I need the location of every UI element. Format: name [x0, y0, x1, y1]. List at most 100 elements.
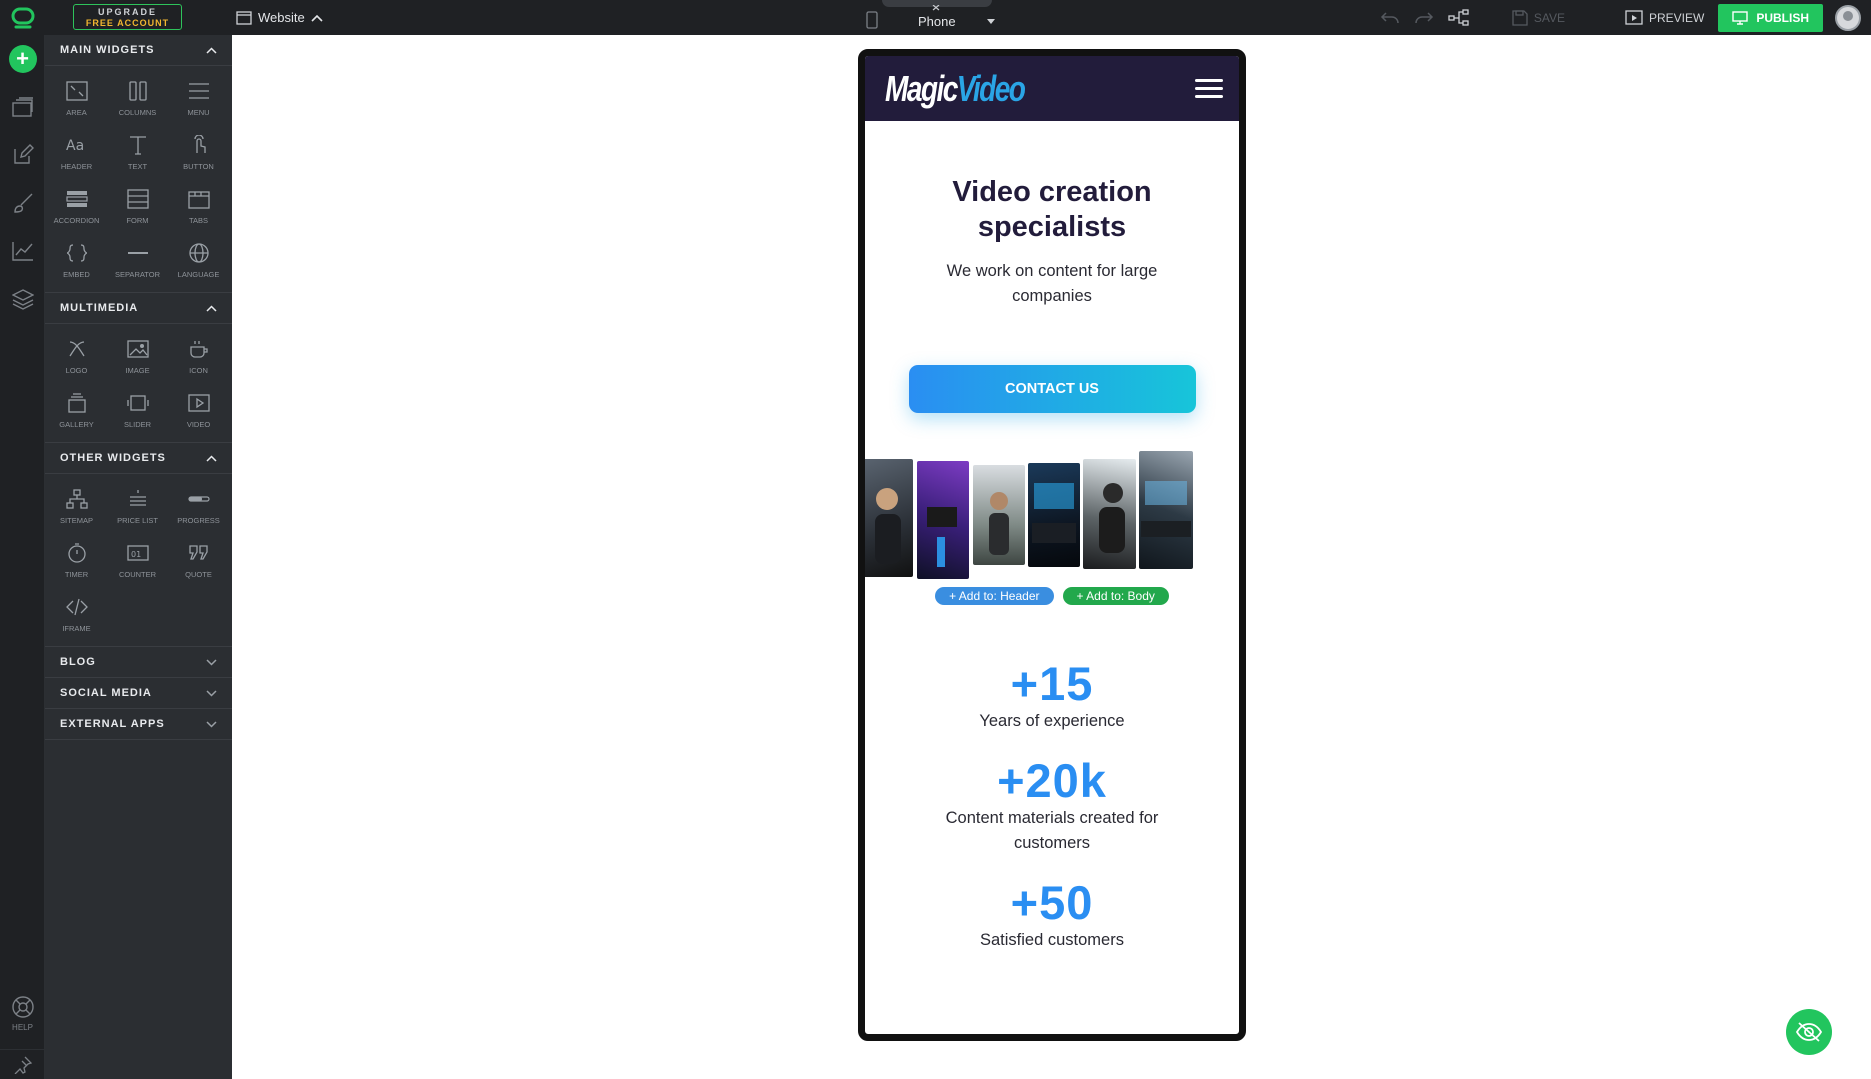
website-label: Website — [258, 10, 305, 25]
section-title: MULTIMEDIA — [60, 302, 139, 314]
site-logo[interactable]: MagicVideo — [885, 68, 1026, 110]
widget-slider[interactable]: SLIDER — [107, 384, 168, 438]
publish-label: PUBLISH — [1756, 10, 1809, 25]
widget-label: COLUMNS — [118, 108, 157, 117]
widget-label: QUOTE — [185, 570, 212, 579]
gallery-image[interactable] — [917, 461, 969, 579]
visibility-toggle-button[interactable] — [1786, 1009, 1832, 1055]
add-widget-button[interactable]: + — [0, 35, 45, 83]
stat-number: +15 — [1010, 657, 1094, 710]
section-multimedia[interactable]: MULTIMEDIA — [45, 293, 232, 324]
widget-sitemap[interactable]: SITEMAP — [46, 480, 107, 534]
add-to-header-button[interactable]: + Add to: Header — [935, 587, 1054, 605]
hero-subtitle[interactable]: We work on content for large companies — [865, 259, 1239, 309]
widget-timer[interactable]: TIMER — [46, 534, 107, 588]
widget-form[interactable]: FORM — [107, 180, 168, 234]
stat-number: +20k — [997, 754, 1107, 807]
widget-label: SEPARATOR — [114, 270, 160, 279]
upgrade-button[interactable]: UPGRADE FREE ACCOUNT — [73, 4, 182, 30]
preview-label: PREVIEW — [1648, 10, 1705, 25]
stat-item[interactable]: +20k Content materials created for custo… — [865, 756, 1239, 856]
help-button[interactable]: HELP — [0, 995, 45, 1032]
contact-us-button[interactable]: CONTACT US — [908, 365, 1196, 413]
redo-button[interactable] — [1414, 11, 1434, 25]
stat-item[interactable]: +15 Years of experience — [865, 659, 1239, 734]
widget-image[interactable]: IMAGE — [107, 330, 168, 384]
widget-embed[interactable]: EMBED — [46, 234, 107, 288]
widget-label: VIDEO — [186, 420, 211, 429]
sitemap-button[interactable] — [1448, 8, 1470, 27]
redo-icon — [1415, 11, 1433, 23]
device-selector[interactable]: Phone — [866, 0, 996, 35]
add-to-body-button[interactable]: + Add to: Body — [1062, 587, 1169, 605]
gallery-image[interactable] — [1083, 459, 1136, 569]
save-button[interactable]: SAVE — [1512, 9, 1565, 26]
edit-icon — [13, 144, 34, 164]
stat-label: Satisfied customers — [980, 931, 1124, 949]
widget-area[interactable]: AREA — [46, 72, 107, 126]
widget-menu[interactable]: MENU — [168, 72, 229, 126]
widget-text[interactable]: TEXT — [107, 126, 168, 180]
widget-video[interactable]: VIDEO — [168, 384, 229, 438]
device-label: Phone — [918, 14, 956, 29]
widget-header[interactable]: Aa HEADER — [46, 126, 107, 180]
page-icon — [236, 10, 252, 25]
main-widgets-grid: AREA COLUMNS MENU Aa HEADER TEXT BUTTON A… — [45, 66, 232, 293]
device-collapse-tab[interactable] — [882, 0, 992, 11]
widget-icon[interactable]: ICON — [168, 330, 229, 384]
widget-label: LANGUAGE — [177, 270, 220, 279]
widgets-panel: MAIN WIDGETS AREA COLUMNS MENU Aa HEADER … — [45, 35, 232, 1079]
section-external-apps[interactable]: EXTERNAL APPS — [45, 709, 232, 740]
widget-label: COUNTER — [118, 570, 157, 579]
widget-counter[interactable]: 01 COUNTER — [107, 534, 168, 588]
pages-icon — [11, 97, 33, 117]
section-blog[interactable]: BLOG — [45, 647, 232, 678]
publish-button[interactable]: PUBLISH — [1718, 3, 1823, 32]
widget-button[interactable]: BUTTON — [168, 126, 229, 180]
hero-title[interactable]: Video creation specialists — [865, 175, 1239, 245]
widget-progress[interactable]: PROGRESS — [168, 480, 229, 534]
accordion-icon — [65, 191, 88, 207]
widget-quote[interactable]: QUOTE — [168, 534, 229, 588]
chevron-up-icon — [206, 454, 217, 462]
avatar[interactable] — [1835, 4, 1861, 31]
help-label: HELP — [12, 1023, 33, 1032]
widget-price-list[interactable]: PRICE LIST — [107, 480, 168, 534]
plus-icon: + — [8, 45, 37, 73]
editor-canvas[interactable]: MagicVideo Video creation specialists We… — [232, 35, 1871, 1079]
preview-icon — [1625, 9, 1643, 25]
site-header[interactable]: MagicVideo — [865, 56, 1239, 121]
stats-button[interactable] — [0, 227, 45, 275]
chart-icon — [11, 242, 33, 261]
image-gallery-strip[interactable]: + Add to: Header + Add to: Body — [865, 451, 1239, 605]
widget-separator[interactable]: SEPARATOR — [107, 234, 168, 288]
gallery-image[interactable] — [865, 459, 913, 577]
preview-button[interactable]: PREVIEW — [1625, 9, 1705, 26]
design-button[interactable] — [0, 179, 45, 227]
website-selector[interactable]: Website — [236, 0, 323, 35]
edit-button[interactable] — [0, 131, 45, 179]
section-title: MAIN WIDGETS — [60, 44, 155, 56]
widget-accordion[interactable]: ACCORDION — [46, 180, 107, 234]
stat-item[interactable]: +50 Satisfied customers — [865, 878, 1239, 953]
widget-iframe[interactable]: IFRAME — [46, 588, 107, 642]
section-main-widgets[interactable]: MAIN WIDGETS — [45, 35, 232, 66]
gallery-image[interactable] — [1028, 463, 1080, 567]
stats-section: +15 Years of experience +20k Content mat… — [865, 659, 1239, 953]
gallery-image[interactable] — [973, 465, 1025, 565]
pages-button[interactable] — [0, 83, 45, 131]
widget-label: SLIDER — [123, 420, 152, 429]
gallery-image[interactable] — [1139, 451, 1193, 569]
widget-logo[interactable]: LOGO — [46, 330, 107, 384]
layers-button[interactable] — [0, 275, 45, 323]
hamburger-menu-icon[interactable] — [1195, 74, 1223, 103]
section-social-media[interactable]: SOCIAL MEDIA — [45, 678, 232, 709]
section-other-widgets[interactable]: OTHER WIDGETS — [45, 443, 232, 474]
undo-button[interactable] — [1380, 11, 1400, 25]
app-logo-icon[interactable] — [0, 0, 45, 35]
pin-button[interactable] — [0, 1049, 45, 1079]
widget-language[interactable]: LANGUAGE — [168, 234, 229, 288]
widget-tabs[interactable]: TABS — [168, 180, 229, 234]
widget-columns[interactable]: COLUMNS — [107, 72, 168, 126]
widget-gallery[interactable]: GALLERY — [46, 384, 107, 438]
